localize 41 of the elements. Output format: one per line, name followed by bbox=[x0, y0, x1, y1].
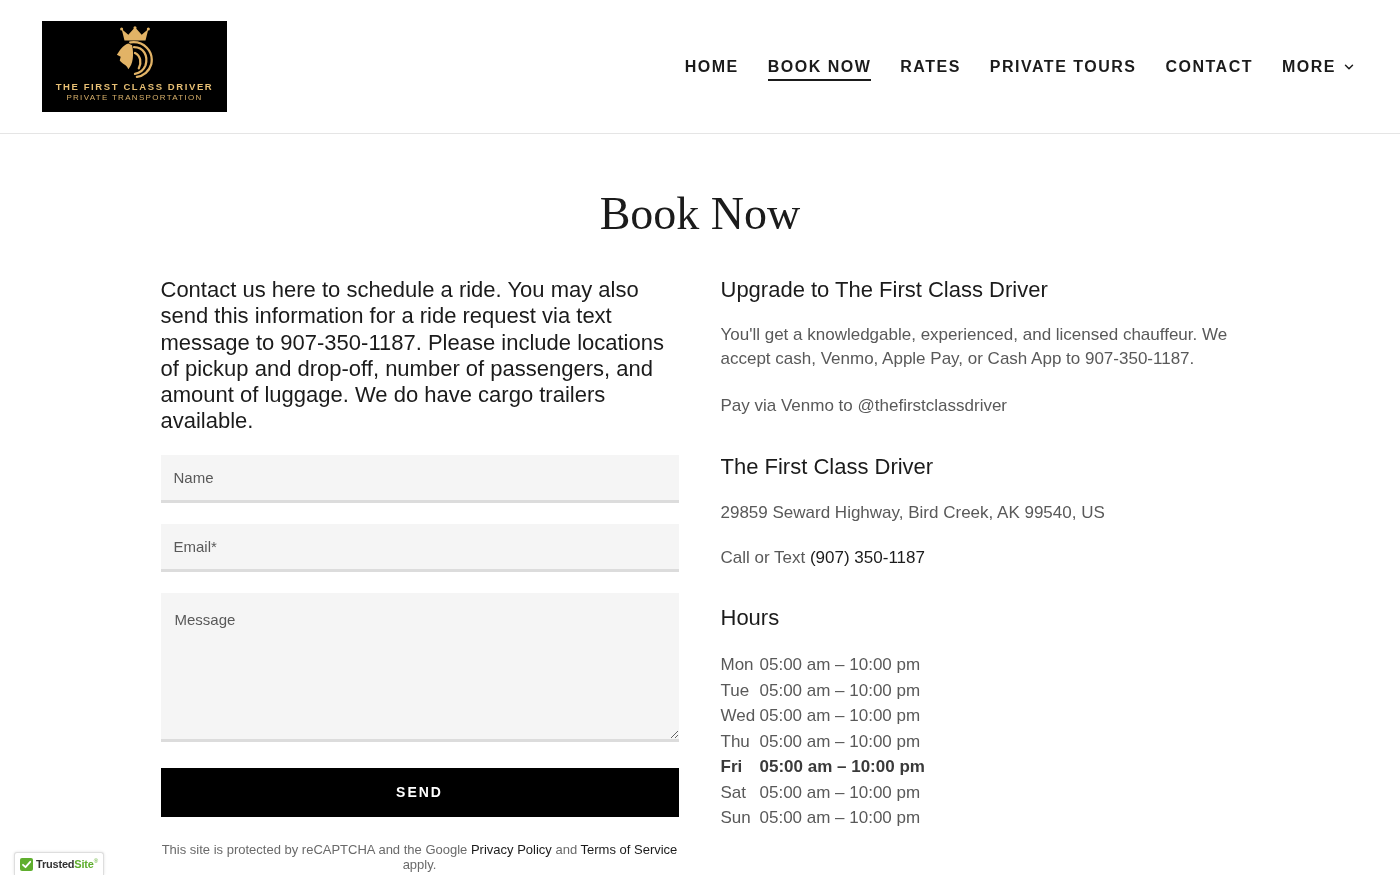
recaptcha-notice: This site is protected by reCAPTCHA and the Google Privacy Policy and Terms of Service apply. bbox=[160, 841, 679, 872]
hours-day: Sun bbox=[720, 805, 760, 831]
hours-day: Thu bbox=[720, 728, 760, 754]
hours-day: Mon bbox=[720, 652, 760, 678]
input-field[interactable]: Name bbox=[160, 454, 679, 503]
phone-link[interactable]: (907) 350-1187 bbox=[809, 548, 925, 567]
section-heading: Upgrade to The First Class Driver bbox=[720, 277, 1049, 303]
nav-link[interactable]: MORE bbox=[1282, 52, 1356, 81]
call-or-text: Call or Text (907) 350-1187 bbox=[720, 547, 926, 569]
nav-link[interactable]: PRIVATE TOURS bbox=[989, 52, 1137, 81]
hours-time: 05:00 am – 10:00 pm bbox=[759, 781, 921, 804]
intro-text: Contact us here to schedule a ride. You may also send this information for a ride request via text message to 907-350-1187. Please include locations of pickup and drop-off, number of passengers, and amount of luggage. We do have cargo trailers available. bbox=[160, 277, 665, 435]
hours-day: Fri bbox=[720, 754, 760, 780]
input-field[interactable]: Email* bbox=[160, 523, 679, 572]
hours-day: Sat bbox=[720, 779, 760, 805]
hours-time: 05:00 am – 10:00 pm bbox=[759, 705, 921, 727]
hours-day: Wed bbox=[720, 703, 760, 729]
body-text: Pay via Venmo to @thefirstclassdriver bbox=[720, 395, 1009, 417]
logo-subtitle: PRIVATE TRANSPORTATION bbox=[66, 93, 203, 103]
address-text: 29859 Seward Highway, Bird Creek, AK 99540, US bbox=[720, 502, 1106, 524]
message-field[interactable]: Message bbox=[160, 592, 679, 742]
hours-time: 05:00 am – 10:00 pm bbox=[759, 654, 921, 676]
check-icon bbox=[20, 857, 33, 871]
hours-time: 05:00 am – 10:00 pm bbox=[759, 756, 925, 778]
body-text: You'll get a knowledgable, experienced, and licensed chauffeur. We accept cash, Venmo, Apple Pay, or Cash App to 907-350-1187. bbox=[720, 324, 1229, 370]
nav-link[interactable]: HOME bbox=[684, 52, 739, 81]
section-heading: The First Class Driver bbox=[720, 454, 935, 480]
nav-link[interactable]: CONTACT bbox=[1165, 52, 1253, 81]
hours-time: 05:00 am – 10:00 pm bbox=[759, 807, 921, 829]
hours-time: 05:00 am – 10:00 pm bbox=[759, 679, 921, 702]
hours-time: 05:00 am – 10:00 pm bbox=[759, 730, 921, 753]
nav-link[interactable]: BOOK NOW bbox=[767, 52, 872, 81]
logo-title: THE FIRST CLASS DRIVER bbox=[55, 81, 214, 93]
logo[interactable]: THE FIRST CLASS DRIVER PRIVATE TRANSPORTATION bbox=[42, 21, 227, 112]
send-button[interactable]: SEND bbox=[160, 767, 679, 817]
page-title: Book Now bbox=[598, 187, 802, 241]
nav-link[interactable]: RATES bbox=[900, 52, 961, 81]
inline-link[interactable]: Privacy Policy bbox=[470, 841, 552, 857]
section-heading: Hours bbox=[720, 605, 781, 631]
inline-link[interactable]: Terms of Service bbox=[580, 841, 678, 857]
hours-day: Tue bbox=[720, 677, 760, 703]
